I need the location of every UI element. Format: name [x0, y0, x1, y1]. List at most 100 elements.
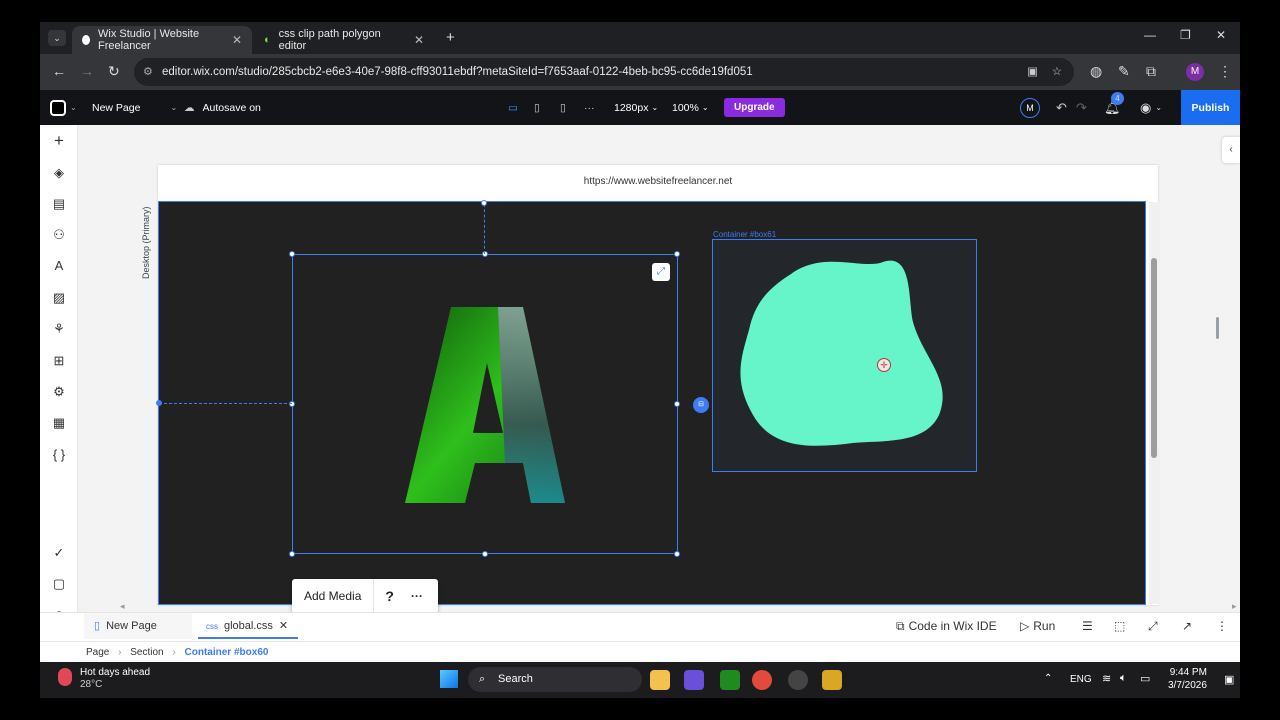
- business-apps-icon[interactable]: ⚙: [40, 384, 78, 400]
- weather-widget[interactable]: Hot days ahead 28°C: [80, 667, 150, 691]
- code-in-ide-button[interactable]: ⧉ Code in Wix IDE: [896, 619, 997, 634]
- gap-handle-icon[interactable]: ⊟: [693, 397, 709, 413]
- apps-icon[interactable]: ⊞: [40, 353, 78, 369]
- code-tab-new-page[interactable]: ▯ New Page: [84, 613, 192, 639]
- code-tab-global-css[interactable]: css global.css ✕: [198, 613, 298, 639]
- mobile-breakpoint-icon[interactable]: ▯: [560, 90, 566, 125]
- breadcrumb-container[interactable]: Container #box60: [185, 647, 269, 658]
- panel-more-icon[interactable]: ⋮: [1216, 619, 1228, 633]
- windows-start-icon[interactable]: [440, 670, 458, 688]
- scroll-left-arrow-icon[interactable]: ◂: [120, 601, 125, 612]
- close-tab-icon[interactable]: ✕: [279, 620, 288, 632]
- resize-handle-se[interactable]: [674, 551, 680, 557]
- weather-icon[interactable]: [58, 668, 72, 686]
- address-bar[interactable]: ⚙ editor.wix.com/studio/285cbcb2-e6e3-40…: [134, 58, 1074, 86]
- resize-handle-n[interactable]: [482, 251, 488, 257]
- extension-icon[interactable]: ◍: [1090, 63, 1102, 80]
- scrollbar-thumb[interactable]: [1151, 258, 1157, 458]
- cms-table-icon[interactable]: ▦: [40, 415, 78, 431]
- chrome-icon[interactable]: [752, 670, 772, 690]
- undo-icon[interactable]: ↶: [1056, 90, 1067, 125]
- comments-icon[interactable]: ▢: [40, 576, 78, 592]
- popout-icon[interactable]: ↗: [1182, 619, 1192, 633]
- extensions-puzzle-icon[interactable]: ⧉: [1146, 63, 1156, 80]
- help-button[interactable]: ?: [374, 588, 405, 604]
- reload-icon[interactable]: ↻: [108, 63, 120, 80]
- desktop-breakpoint-icon[interactable]: ▭: [508, 90, 518, 125]
- page-selector[interactable]: New Page ⌄: [92, 90, 177, 125]
- breadcrumb-section[interactable]: Section: [130, 647, 163, 658]
- media-icon[interactable]: ▨: [40, 290, 78, 306]
- recorder-icon[interactable]: [788, 670, 808, 690]
- inspect-icon[interactable]: ⬚: [1114, 619, 1125, 633]
- checklist-icon[interactable]: ✓: [40, 545, 78, 561]
- clock[interactable]: 9:44 PM 3/7/2026: [1168, 666, 1207, 692]
- tab-wix-studio[interactable]: Wix Studio | Website Freelancer ✕: [72, 26, 252, 54]
- collapse-panel-icon[interactable]: ‹: [1222, 137, 1240, 163]
- close-tab-icon[interactable]: ✕: [232, 33, 242, 47]
- tab-clip-path[interactable]: ◐ css clip path polygon editor ✕: [254, 26, 434, 54]
- redo-icon[interactable]: ↷: [1076, 90, 1087, 125]
- close-tab-icon[interactable]: ✕: [414, 33, 424, 47]
- app-icon[interactable]: [822, 670, 842, 690]
- settings-sliders-icon[interactable]: ☰: [1082, 619, 1093, 633]
- notifications-bell-icon[interactable]: 🔔︎ 4: [1104, 90, 1124, 125]
- top-spacing-handle[interactable]: [481, 200, 487, 206]
- tab-search-icon[interactable]: ⌄: [48, 30, 66, 46]
- forward-icon[interactable]: →: [80, 63, 94, 79]
- zoom-selector[interactable]: 100% ⌄: [672, 90, 709, 125]
- file-explorer-icon[interactable]: [650, 670, 670, 690]
- preview-eye-icon[interactable]: ◉ ⌄: [1140, 90, 1162, 125]
- container-box60[interactable]: ⤢ ⊟: [289, 251, 709, 557]
- layers-icon[interactable]: ◈: [40, 165, 78, 181]
- move-crosshair-icon[interactable]: ✛: [877, 358, 891, 372]
- site-info-icon[interactable]: ⚙: [143, 58, 153, 86]
- back-icon[interactable]: ←: [52, 63, 66, 79]
- scrollbar[interactable]: [1149, 202, 1159, 604]
- components-icon[interactable]: ⚘: [40, 321, 78, 337]
- expand-panel-icon[interactable]: ⤢: [1148, 619, 1158, 634]
- minimize-icon[interactable]: —: [1144, 28, 1156, 42]
- add-media-button[interactable]: Add Media: [292, 579, 375, 613]
- restore-icon[interactable]: ❐: [1180, 28, 1191, 42]
- pages-icon[interactable]: ▤: [40, 196, 78, 212]
- tray-overflow-icon[interactable]: ⌃: [1044, 673, 1052, 684]
- resize-handle-e[interactable]: [674, 401, 680, 407]
- tablet-breakpoint-icon[interactable]: ▯: [534, 90, 540, 125]
- more-breakpoints-icon[interactable]: ···: [584, 90, 595, 125]
- more-actions-button[interactable]: ···: [405, 589, 429, 603]
- resize-handle-sw[interactable]: [289, 551, 295, 557]
- left-spacing-handle[interactable]: [156, 400, 162, 406]
- wix-logo-menu[interactable]: ⌄: [50, 90, 77, 125]
- battery-icon[interactable]: ▭: [1140, 672, 1150, 685]
- add-elements-icon[interactable]: +: [40, 131, 78, 151]
- clipboard-icon[interactable]: ▣: [1027, 58, 1038, 86]
- expand-icon[interactable]: ⤢: [652, 263, 670, 281]
- container-box61[interactable]: ✛: [712, 239, 977, 472]
- text-styles-icon[interactable]: A: [40, 258, 78, 273]
- profile-avatar[interactable]: M: [1186, 63, 1204, 81]
- publish-button[interactable]: Publish: [1181, 90, 1240, 125]
- xbox-icon[interactable]: [720, 670, 740, 690]
- new-tab-icon[interactable]: +: [446, 29, 455, 46]
- menu-kebab-icon[interactable]: ⋮: [1218, 63, 1232, 80]
- eyedropper-icon[interactable]: ✎: [1118, 63, 1130, 80]
- code-braces-icon[interactable]: { }: [40, 447, 78, 462]
- language-indicator[interactable]: ENG: [1070, 674, 1092, 685]
- taskbar-search[interactable]: ⌕ Search: [468, 667, 642, 692]
- resize-handle-w[interactable]: [289, 401, 295, 407]
- resize-handle-nw[interactable]: [289, 251, 295, 257]
- site-structure-icon[interactable]: ⚇: [40, 227, 78, 243]
- scroll-right-arrow-icon[interactable]: ▸: [1232, 601, 1237, 612]
- user-avatar[interactable]: M: [1020, 97, 1040, 118]
- notification-center-icon[interactable]: ▣: [1224, 673, 1234, 686]
- page-section[interactable]: ⤢ ⊟ Container #box61 ✛: [156, 200, 1159, 605]
- wifi-icon[interactable]: ≋: [1102, 672, 1111, 685]
- breadcrumb-page[interactable]: Page: [86, 647, 109, 658]
- app-icon[interactable]: [684, 670, 704, 690]
- upgrade-button[interactable]: Upgrade: [724, 98, 785, 117]
- close-window-icon[interactable]: ✕: [1216, 28, 1226, 42]
- right-resize-handle[interactable]: [1216, 317, 1219, 339]
- resize-handle-s[interactable]: [482, 551, 488, 557]
- volume-icon[interactable]: 🔈︎: [1120, 672, 1127, 685]
